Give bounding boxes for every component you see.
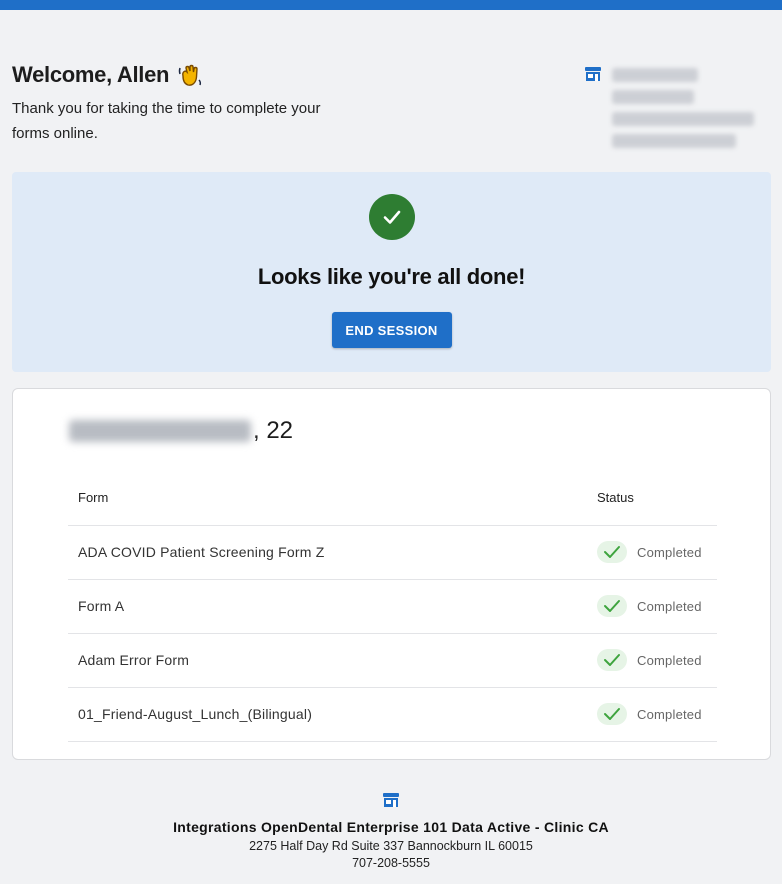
status-cell: Completed xyxy=(587,525,717,580)
form-name: ADA COVID Patient Screening Form Z xyxy=(68,525,587,580)
store-icon xyxy=(383,793,399,807)
footer-address: 2275 Half Day Rd Suite 337 Bannockburn I… xyxy=(249,839,533,853)
status-label: Completed xyxy=(637,544,702,560)
status-cell: Completed xyxy=(587,687,717,742)
redacted-line xyxy=(612,112,754,126)
top-accent-bar xyxy=(0,0,782,10)
welcome-title: Welcome, Allen xyxy=(12,62,170,87)
table-row[interactable]: Form A Completed xyxy=(68,579,717,634)
form-name: Form A xyxy=(68,579,587,634)
forms-card: , 22 Form Status ADA COVID Patient Scree… xyxy=(12,388,771,760)
store-icon xyxy=(585,67,601,81)
welcome-subtitle: Thank you for taking the time to complet… xyxy=(12,100,321,142)
redacted-line xyxy=(612,68,698,82)
status-column-header: Status xyxy=(587,471,717,526)
check-icon xyxy=(597,541,627,563)
patient-name-redacted xyxy=(69,420,251,442)
check-icon xyxy=(597,703,627,725)
completion-title: Looks like you're all done! xyxy=(257,264,526,289)
end-session-button[interactable]: END SESSION xyxy=(331,312,452,348)
check-icon xyxy=(597,595,627,617)
waving-hand-icon xyxy=(178,64,202,86)
patient-heading: , 22 xyxy=(69,417,293,445)
redacted-line xyxy=(612,90,694,104)
patient-age: , 22 xyxy=(253,417,294,444)
status-label: Completed xyxy=(637,598,702,614)
redacted-line xyxy=(612,134,736,148)
clinic-info xyxy=(584,66,754,148)
check-mark-icon xyxy=(383,210,400,224)
check-icon xyxy=(368,194,415,240)
footer-clinic-name: Integrations OpenDental Enterprise 101 D… xyxy=(173,819,609,835)
table-row[interactable]: Adam Error Form Completed xyxy=(68,633,717,688)
check-icon xyxy=(597,649,627,671)
table-row[interactable]: ADA COVID Patient Screening Form Z Compl… xyxy=(68,525,717,580)
status-cell: Completed xyxy=(587,579,717,634)
forms-table: Form Status ADA COVID Patient Screening … xyxy=(68,471,717,742)
form-name: 01_Friend-August_Lunch_(Bilingual) xyxy=(68,687,587,742)
form-name: Adam Error Form xyxy=(68,633,587,688)
completion-panel: Looks like you're all done! END SESSION xyxy=(12,172,771,372)
status-label: Completed xyxy=(637,652,702,668)
footer-phone[interactable]: 707-208-5555 xyxy=(0,856,782,870)
welcome-header: Welcome, Allen Thank you for taking the … xyxy=(12,62,772,162)
table-row[interactable]: 01_Friend-August_Lunch_(Bilingual) Compl… xyxy=(68,687,717,742)
status-label: Completed xyxy=(637,706,702,722)
clinic-info-redacted xyxy=(612,68,754,148)
form-column-header: Form xyxy=(68,471,587,526)
table-header-row: Form Status xyxy=(68,471,717,526)
clinic-footer: Integrations OpenDental Enterprise 101 D… xyxy=(0,792,782,870)
status-cell: Completed xyxy=(587,633,717,688)
